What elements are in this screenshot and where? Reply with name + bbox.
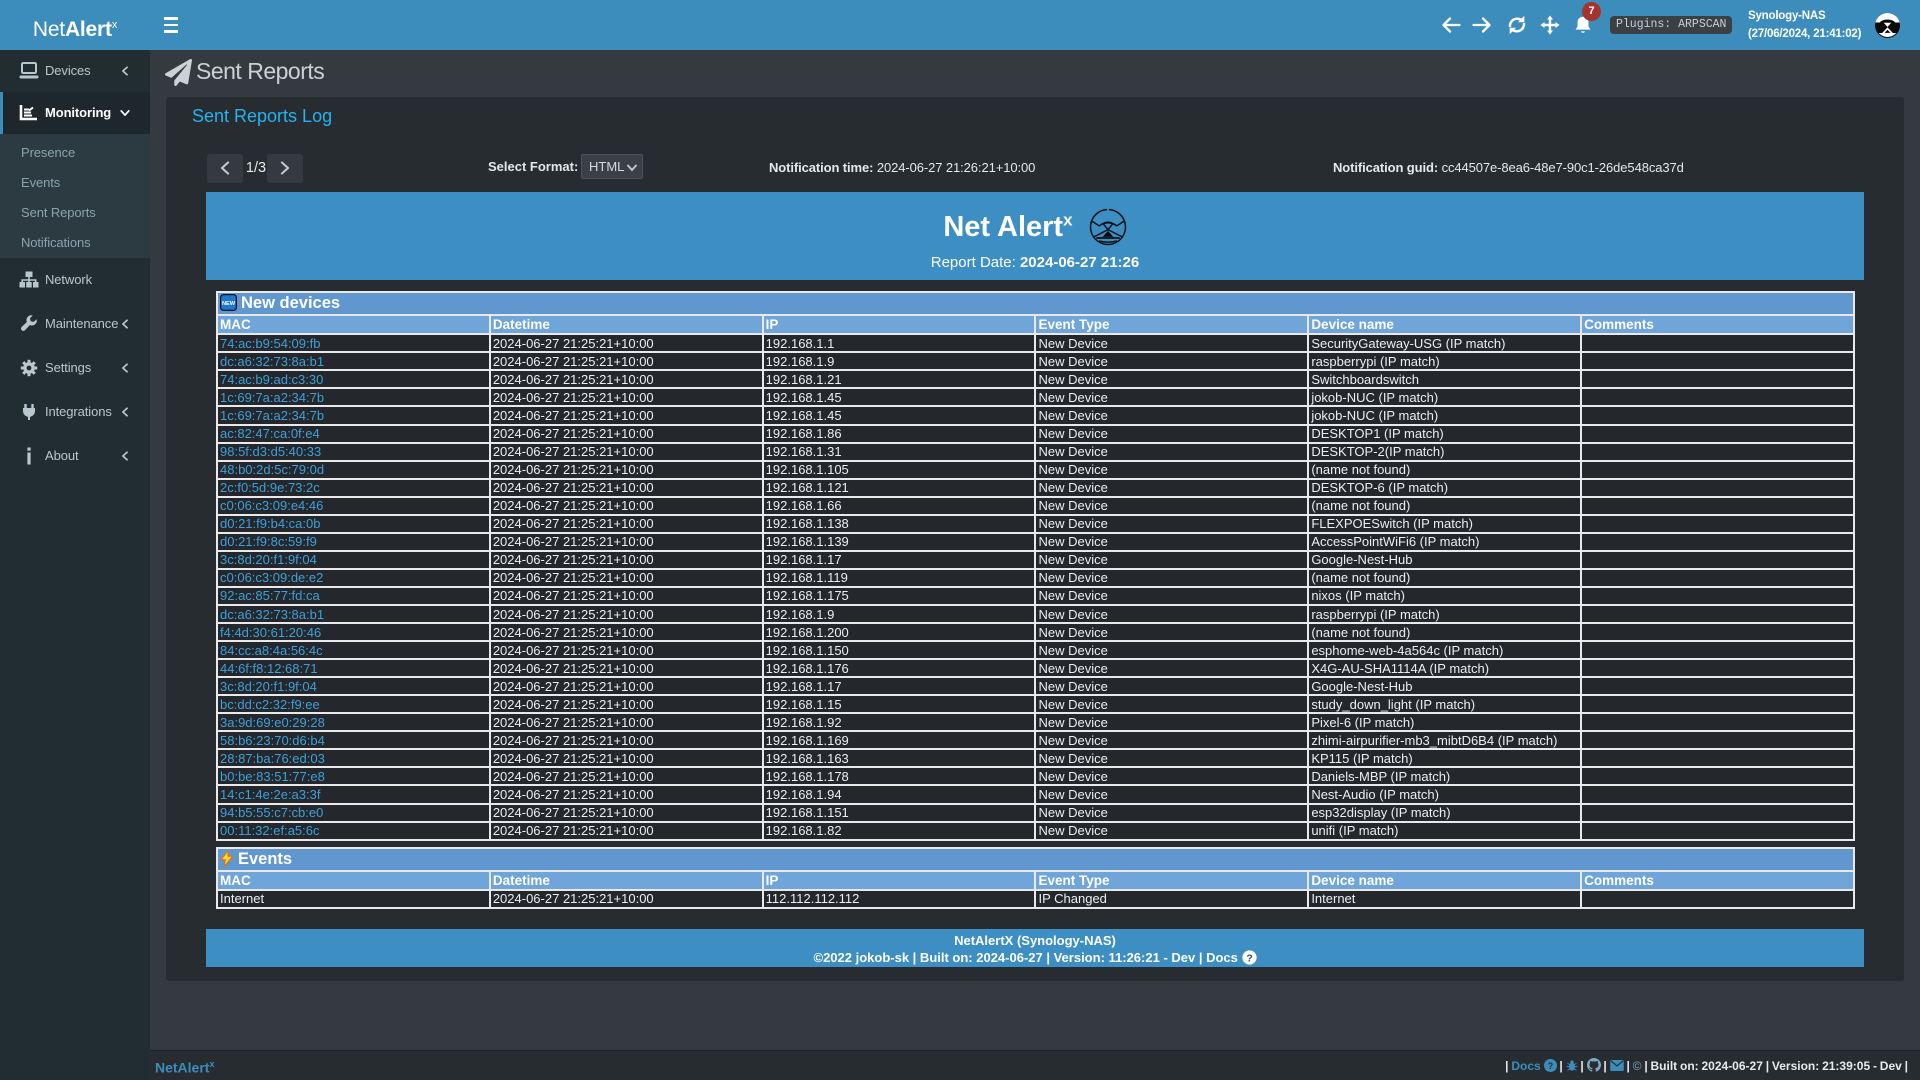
svg-text:?: ?: [1246, 953, 1252, 964]
svg-text:?: ?: [1547, 1061, 1552, 1071]
svg-text:NEW: NEW: [222, 301, 236, 307]
